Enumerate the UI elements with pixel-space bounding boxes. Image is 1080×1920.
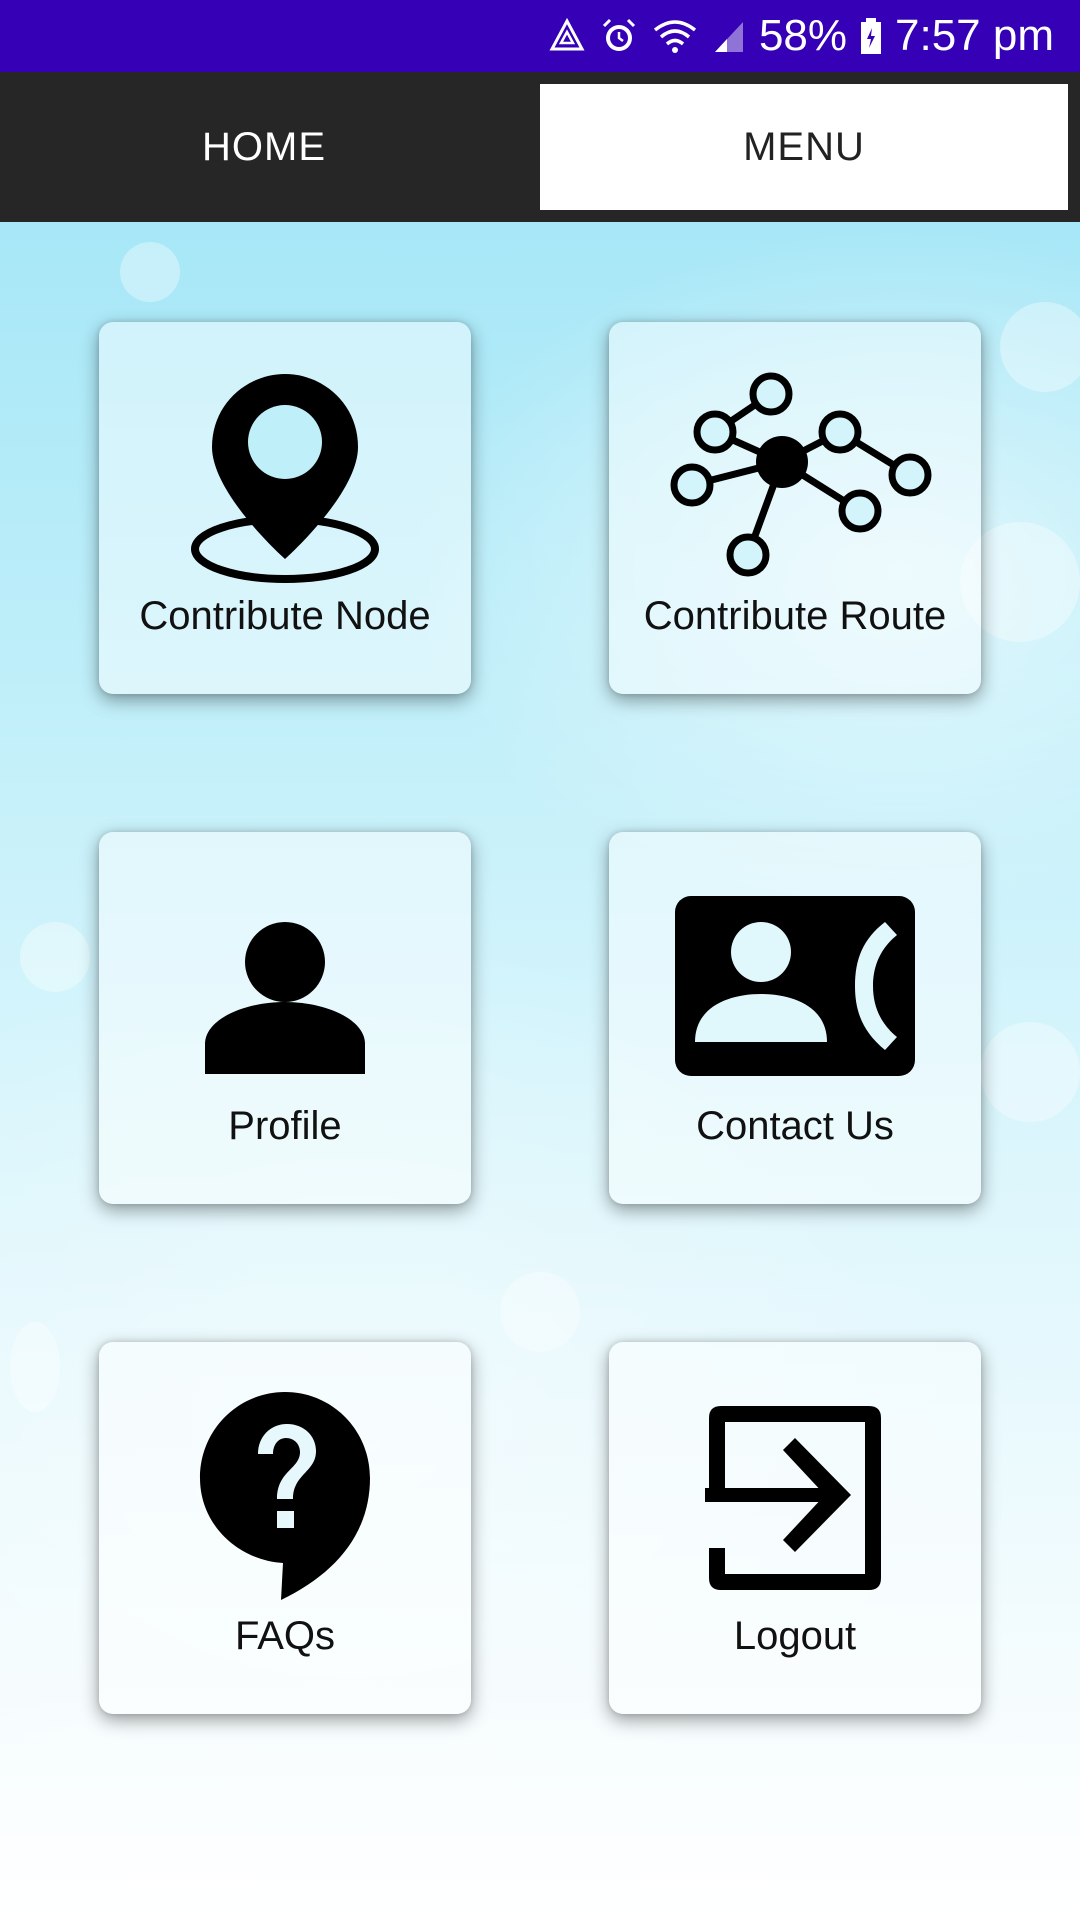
- contribute-route-button[interactable]: Contribute Route: [609, 322, 981, 694]
- map-pin-icon: [99, 354, 471, 594]
- card-label: Logout: [733, 1614, 857, 1658]
- wifi-icon: [651, 16, 699, 56]
- clock-time: 7:57 pm: [895, 11, 1054, 60]
- battery-percent: 58%: [758, 11, 848, 60]
- card-label: Profile: [228, 1104, 342, 1148]
- background-bokeh: [1000, 302, 1080, 392]
- help-bubble-icon: [99, 1374, 471, 1614]
- recycle-alert-icon: [547, 16, 587, 56]
- background-bokeh: [10, 1322, 60, 1412]
- profile-button[interactable]: Profile: [99, 832, 471, 1204]
- person-icon: [99, 864, 471, 1104]
- tab-home[interactable]: HOME: [0, 72, 528, 222]
- tab-bar: HOME MENU: [0, 72, 1080, 222]
- background-bokeh: [20, 922, 90, 992]
- background-bokeh: [500, 1272, 580, 1352]
- signal-icon: [711, 16, 747, 56]
- faqs-button[interactable]: FAQs: [99, 1342, 471, 1714]
- status-bar: 58% 7:57 pm: [0, 0, 1080, 72]
- logout-button[interactable]: Logout: [609, 1342, 981, 1714]
- background-bokeh: [980, 1022, 1080, 1122]
- menu-grid-area: Contribute Node Contribute Route Profile…: [0, 222, 1080, 1920]
- contact-us-button[interactable]: Contact Us: [609, 832, 981, 1204]
- card-label: Contribute Node: [139, 594, 431, 638]
- card-label: Contact Us: [696, 1104, 894, 1148]
- card-label: FAQs: [234, 1614, 336, 1658]
- contribute-node-button[interactable]: Contribute Node: [99, 322, 471, 694]
- network-graph-icon: [609, 354, 981, 594]
- logout-arrow-icon: [609, 1374, 981, 1614]
- battery-icon: [859, 16, 883, 56]
- tab-menu[interactable]: MENU: [540, 84, 1068, 210]
- background-bokeh: [120, 242, 180, 302]
- card-label: Contribute Route: [643, 594, 947, 638]
- alarm-icon: [599, 16, 639, 56]
- contact-card-phone-icon: [609, 864, 981, 1104]
